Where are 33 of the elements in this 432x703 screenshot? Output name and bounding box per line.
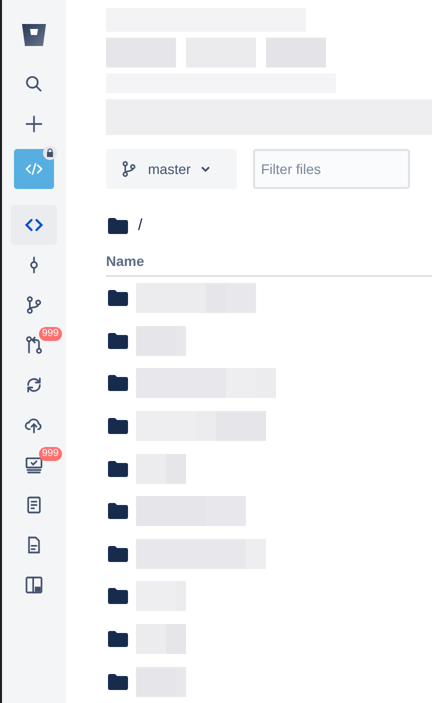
folder-icon [108, 588, 128, 604]
folder-icon [108, 375, 128, 392]
bucket-logo[interactable] [22, 24, 46, 46]
filter-field[interactable]: Filter files [253, 148, 410, 189]
folder-icon [108, 332, 128, 349]
count-badge: 999 [39, 327, 62, 341]
folder-icon [108, 218, 128, 234]
breadcrumb-path[interactable]: / [138, 216, 142, 235]
folder-icon [108, 418, 128, 434]
plus-icon [24, 114, 44, 134]
repository-avatar[interactable] [14, 149, 54, 189]
column-header: Name [106, 252, 432, 277]
branch-dropdown[interactable]: master [106, 148, 237, 189]
lock-icon [43, 146, 57, 160]
folder-icon [108, 503, 128, 520]
blurred-filename [136, 326, 186, 356]
branch-icon [120, 160, 138, 178]
monitor-icon [24, 455, 44, 475]
count-badge: 999 [39, 447, 62, 461]
branch-icon [24, 295, 44, 315]
pull-request-icon [24, 335, 44, 355]
blurred-filename [136, 624, 186, 654]
folder-icon [108, 546, 128, 562]
folder-icon [108, 460, 128, 477]
folder-icon [108, 674, 128, 690]
blurred-filename [136, 666, 186, 697]
folder-icon [108, 631, 128, 648]
folder-icon [108, 290, 128, 306]
search-icon [24, 74, 44, 94]
board-icon [24, 575, 44, 595]
chevron-down-icon [200, 166, 210, 172]
nav-item[interactable] [11, 205, 57, 245]
blurred-filename [136, 454, 186, 484]
